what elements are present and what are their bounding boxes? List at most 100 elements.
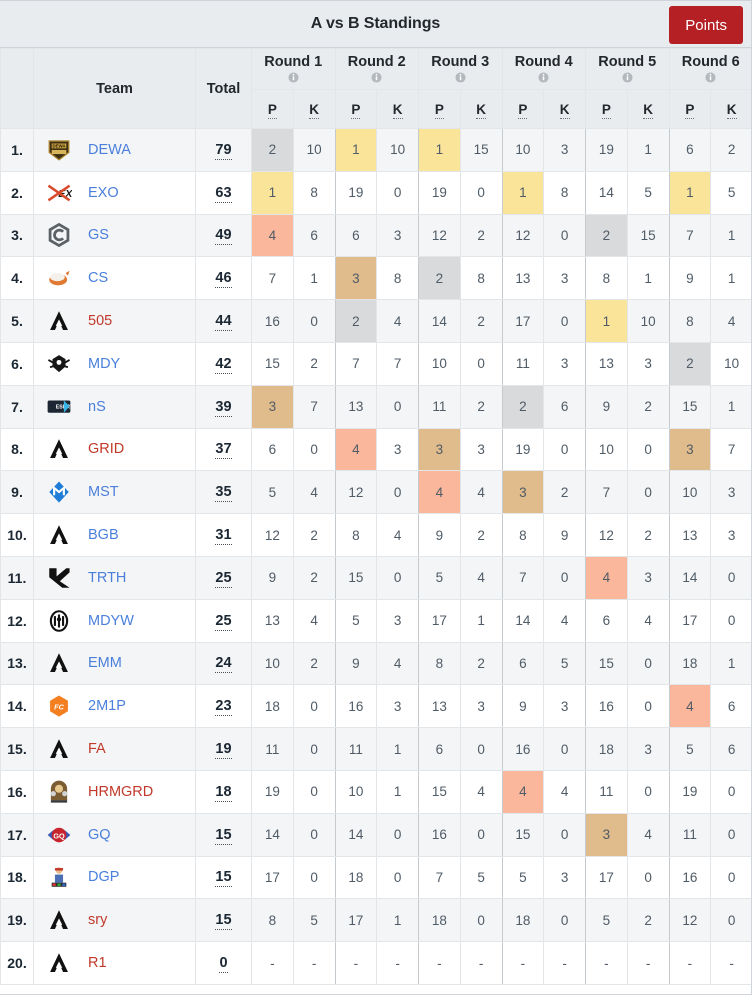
round-2-p-cell: 16 xyxy=(334,684,378,729)
round-3-k-cell: 4 xyxy=(459,555,503,600)
table-row[interactable]: 16. HRMGRD 18 19 0 10 1 15 4 4 4 11 0 19 0 xyxy=(0,769,751,814)
round-3-k-cell: 0 xyxy=(459,898,503,943)
info-icon[interactable] xyxy=(705,72,716,83)
table-row[interactable]: 15. FA 19 11 0 11 1 6 0 16 0 18 3 5 6 xyxy=(0,727,751,771)
round-4-k-cell: 0 xyxy=(543,427,586,472)
team-name-link[interactable]: CS xyxy=(88,270,108,286)
round-5-k-cell: 0 xyxy=(626,427,670,472)
table-row[interactable]: 20. R1 0- - - - - - - - - - - - xyxy=(0,941,751,985)
table-row[interactable]: 3. GS 49 4 6 6 3 12 2 12 0 2 15 7 1 xyxy=(0,213,751,258)
team-name-link[interactable]: 2M1P xyxy=(88,698,126,714)
round-4-p-cell: 13 xyxy=(501,256,545,301)
subheader-label: P xyxy=(601,101,611,119)
team-name-link[interactable]: MDYW xyxy=(88,613,134,629)
info-icon[interactable] xyxy=(288,72,299,83)
table-row[interactable]: 12. MDYW 25 13 4 5 3 17 1 14 4 6 4 17 0 xyxy=(0,598,751,643)
table-row[interactable]: 5. 505 44 16 0 2 4 14 2 17 0 1 10 8 4 xyxy=(0,299,751,343)
info-icon[interactable] xyxy=(538,72,549,83)
round-1-p-cell: 12 xyxy=(251,513,294,557)
table-row[interactable]: 17. GQ GQ 15 14 0 14 0 16 0 15 0 3 4 11 0 xyxy=(0,812,751,857)
team-name-link[interactable]: GS xyxy=(88,227,109,243)
round-3-p-header[interactable]: P xyxy=(418,89,461,129)
table-row[interactable]: 18. DGP 15 17 0 18 0 7 5 5 3 17 0 16 0 xyxy=(0,855,751,900)
total-cell: 49 xyxy=(195,213,252,258)
round-3-k-header[interactable]: K xyxy=(459,89,503,129)
team-name-link[interactable]: DEWA xyxy=(88,142,131,158)
team-name-link[interactable]: GQ xyxy=(88,827,111,843)
total-cell: 63 xyxy=(195,170,252,215)
team-name-link[interactable]: nS xyxy=(88,399,106,415)
team-cell: R1 xyxy=(33,941,196,985)
round-1-p-cell: 17 xyxy=(251,855,294,900)
table-row[interactable]: 19. sry 15 8 5 17 1 18 0 18 0 5 2 12 0 xyxy=(0,898,751,943)
round-6-p-header[interactable]: P xyxy=(668,89,712,129)
round-1-k-cell: 1 xyxy=(292,256,336,301)
round-5-k-header[interactable]: K xyxy=(626,89,670,129)
round-1-header[interactable]: Round 1 xyxy=(251,47,336,91)
round-1-p-header[interactable]: P xyxy=(251,89,294,129)
round-4-p-header[interactable]: P xyxy=(501,89,545,129)
round-4-k-cell: 3 xyxy=(543,128,586,172)
team-name-link[interactable]: BGB xyxy=(88,527,119,543)
table-row[interactable]: 2.EXOEXO63181901901814515 xyxy=(0,170,751,215)
info-icon[interactable] xyxy=(371,72,382,83)
table-row[interactable]: 7.ESPRTnS39371301122692151 xyxy=(0,384,751,429)
table-row[interactable]: 11. TRTH 25 9 2 15 0 5 4 7 0 4 3 14 0 xyxy=(0,555,751,600)
round-5-header[interactable]: Round 5 xyxy=(585,47,670,91)
table-row[interactable]: 8. GRID 37 6 0 4 3 3 3 19 0 10 0 3 7 xyxy=(0,427,751,472)
table-row[interactable]: 9. MST 35 5 4 12 0 4 4 3 2 7 0 10 3 xyxy=(0,470,751,515)
info-icon[interactable] xyxy=(622,72,633,83)
rank-column-header xyxy=(0,48,34,129)
table-row[interactable]: 10. BGB 31 12 2 8 4 9 2 8 9 12 2 13 3 xyxy=(0,513,751,557)
round-2-k-cell: 7 xyxy=(376,341,419,386)
round-4-p-cell: 7 xyxy=(501,555,545,600)
round-2-p-cell: 9 xyxy=(334,641,378,686)
round-1-p-cell: 19 xyxy=(251,769,294,814)
round-2-p-cell: 13 xyxy=(334,384,378,429)
round-2-p-header[interactable]: P xyxy=(334,89,378,129)
team-name-link[interactable]: MDY xyxy=(88,356,120,372)
team-name-link[interactable]: HRMGRD xyxy=(88,784,153,800)
round-4-p-cell: 11 xyxy=(501,341,545,386)
rank-cell: 18. xyxy=(0,855,34,900)
total-value: 63 xyxy=(215,184,232,203)
round-2-k-header[interactable]: K xyxy=(376,89,419,129)
round-5-label: Round 5 xyxy=(598,53,657,70)
points-button[interactable]: Points xyxy=(669,6,743,44)
info-icon[interactable] xyxy=(455,72,466,83)
table-row[interactable]: 4. CS 46 7 1 3 8 2 8 13 3 8 1 9 1 xyxy=(0,256,751,301)
team-name-link[interactable]: sry xyxy=(88,912,107,928)
team-name-link[interactable]: TRTH xyxy=(88,570,126,586)
round-6-k-header[interactable]: K xyxy=(710,89,751,129)
team-name-link[interactable]: FA xyxy=(88,741,106,757)
team-name-link[interactable]: MST xyxy=(88,484,119,500)
team-name-link[interactable]: GRID xyxy=(88,441,124,457)
round-4-k-header[interactable]: K xyxy=(543,89,586,129)
round-1-k-cell: 0 xyxy=(292,727,336,771)
table-row[interactable]: 6. MDY 42 15 2 7 7 10 0 11 3 13 3 2 10 xyxy=(0,341,751,386)
table-row[interactable]: 14. FC 2M1P 23 18 0 16 3 13 3 9 3 16 0 4 6 xyxy=(0,684,751,729)
table-row[interactable]: 13. EMM 24 10 2 9 4 8 2 6 5 15 0 18 1 xyxy=(0,641,751,686)
round-5-k-cell: 0 xyxy=(626,769,670,814)
round-1-k-cell: 0 xyxy=(292,299,336,343)
round-3-header[interactable]: Round 3 xyxy=(418,47,503,91)
round-5-p-header[interactable]: P xyxy=(585,89,628,129)
team-name-link[interactable]: EXO xyxy=(88,185,119,201)
round-2-header[interactable]: Round 2 xyxy=(334,47,419,91)
round-4-header[interactable]: Round 4 xyxy=(501,47,586,91)
team-name-link[interactable]: DGP xyxy=(88,869,119,885)
round-6-header[interactable]: Round 6 xyxy=(668,47,751,91)
round-1-k-header[interactable]: K xyxy=(292,89,336,129)
team-name-link[interactable]: EMM xyxy=(88,655,122,671)
total-cell: 25 xyxy=(195,598,252,643)
round-5-p-cell: 17 xyxy=(585,855,628,900)
round-2-k-cell: 4 xyxy=(376,513,419,557)
round-2-p-cell: 7 xyxy=(334,341,378,386)
team-name-link[interactable]: R1 xyxy=(88,955,107,971)
round-5-p-cell: 12 xyxy=(585,513,628,557)
team-name-link[interactable]: 505 xyxy=(88,313,112,329)
table-row[interactable]: 1. DEWA DEWA 79 2 10 1 10 1 15 10 3 19 1 6 2 xyxy=(0,128,751,172)
table-body: 1.DEWADEWA79210110115103191622.EXOEXO631… xyxy=(0,128,751,985)
rank-cell: 20. xyxy=(0,941,34,985)
mdyw-logo xyxy=(42,607,76,635)
